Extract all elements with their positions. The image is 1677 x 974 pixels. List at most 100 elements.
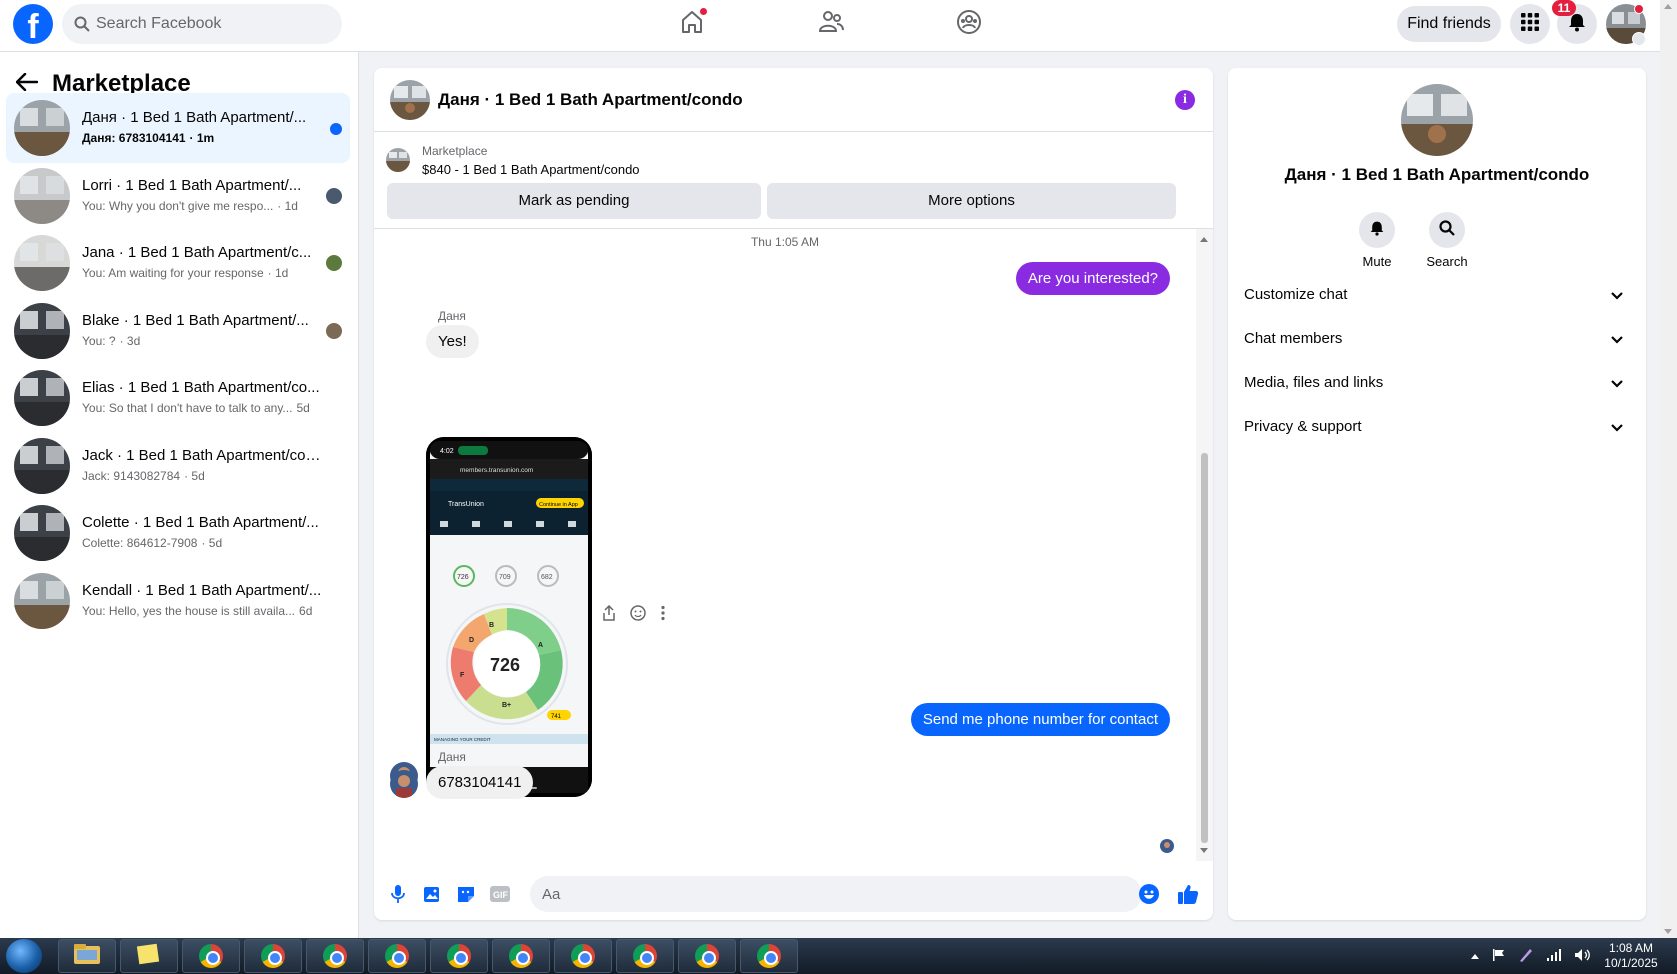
- start-button[interactable]: [6, 939, 42, 973]
- message-composer: GIF: [374, 868, 1213, 920]
- conversation-snippet: You: ? · 3d: [82, 334, 336, 348]
- find-friends-button[interactable]: Find friends: [1397, 6, 1501, 42]
- conversation-name: Lorri · 1 Bed 1 Bath Apartment/...: [82, 176, 302, 194]
- conversation-item[interactable]: Jack · 1 Bed 1 Bath Apartment/con... Jack…: [6, 431, 350, 501]
- scroll-thumb[interactable]: [1201, 453, 1208, 843]
- conversation-item[interactable]: Kendall · 1 Bed 1 Bath Apartment/... You:…: [6, 566, 350, 636]
- listing-label: Marketplace: [422, 144, 488, 158]
- chat-title[interactable]: Даня · 1 Bed 1 Bath Apartment/condo: [438, 90, 743, 110]
- home-tab[interactable]: [672, 8, 712, 40]
- conversation-item[interactable]: Elias · 1 Bed 1 Bath Apartment/co... You:…: [6, 363, 350, 433]
- more-vertical-icon[interactable]: [660, 605, 666, 626]
- share-icon[interactable]: [602, 604, 616, 626]
- section-label: Privacy & support: [1244, 418, 1362, 435]
- microphone-icon[interactable]: [386, 882, 410, 906]
- search-in-chat-button[interactable]: Search: [1419, 212, 1475, 269]
- listing-summary[interactable]: Marketplace $840 - 1 Bed 1 Bath Apartmen…: [386, 142, 1206, 182]
- taskbar-chrome-7[interactable]: [554, 939, 612, 973]
- scroll-down-arrow-icon[interactable]: [1664, 929, 1672, 934]
- more-options-button[interactable]: More options: [767, 183, 1176, 219]
- snippet-text: You: So that I don't have to talk to any…: [82, 401, 293, 415]
- scroll-up-arrow-icon[interactable]: [1664, 4, 1672, 9]
- facebook-logo[interactable]: f: [13, 4, 53, 44]
- pen-icon[interactable]: [1518, 947, 1534, 966]
- phone-time: 4:02: [440, 448, 454, 455]
- show-hidden-icons-icon[interactable]: [1470, 949, 1480, 963]
- volume-icon[interactable]: [1574, 948, 1592, 965]
- taskbar-chrome-3[interactable]: [306, 939, 364, 973]
- chat-members-section[interactable]: Chat members: [1240, 318, 1634, 362]
- react-emoji-icon[interactable]: [630, 605, 646, 626]
- thread-scrollbar[interactable]: [1196, 229, 1213, 861]
- menu-button[interactable]: [1510, 4, 1550, 44]
- chat-avatar[interactable]: [390, 80, 430, 120]
- mute-label: Mute: [1362, 254, 1392, 269]
- thread-timestamp: Thu 1:05 AM: [750, 235, 820, 249]
- search-input[interactable]: [96, 4, 326, 44]
- taskbar-chrome-2[interactable]: [244, 939, 302, 973]
- listing-thumbnail: [14, 167, 70, 224]
- listing-thumbnail: [14, 437, 70, 494]
- emoji-icon[interactable]: [1139, 884, 1159, 904]
- section-label: Customize chat: [1244, 286, 1348, 303]
- system-tray: [1470, 938, 1592, 974]
- photo-attach-icon[interactable]: [420, 882, 444, 906]
- conversation-item[interactable]: Jana · 1 Bed 1 Bath Apartment/c... You: A…: [6, 228, 350, 298]
- taskbar-chrome-10[interactable]: [740, 939, 798, 973]
- chat-details-panel: Даня · 1 Bed 1 Bath Apartment/condo Mute…: [1228, 68, 1646, 920]
- scroll-down-arrow-icon[interactable]: [1200, 848, 1208, 853]
- friends-tab[interactable]: [811, 8, 851, 40]
- search-box[interactable]: [62, 4, 342, 44]
- bell-icon: [1369, 220, 1385, 241]
- page-scrollbar[interactable]: [1660, 0, 1677, 938]
- listing-thumbnail: [386, 148, 410, 172]
- conversation-item[interactable]: Lorri · 1 Bed 1 Bath Apartment/... You: W…: [6, 161, 350, 231]
- conversation-item[interactable]: Colette · 1 Bed 1 Bath Apartment/... Cole…: [6, 498, 350, 568]
- chat-panel: Даня · 1 Bed 1 Bath Apartment/condo i Ma…: [374, 68, 1213, 920]
- action-center-flag-icon[interactable]: [1492, 948, 1506, 965]
- incoming-message[interactable]: Yes!: [426, 325, 479, 358]
- message-input[interactable]: [530, 876, 1142, 912]
- outgoing-message[interactable]: Are you interested?: [1015, 262, 1170, 295]
- svg-text:GIF: GIF: [493, 890, 509, 900]
- account-chevron-down-icon[interactable]: [1632, 32, 1646, 46]
- taskbar-file-explorer[interactable]: [58, 939, 116, 973]
- grade-f: F: [460, 672, 465, 679]
- unread-dot: [330, 123, 342, 135]
- taskbar-chrome-1[interactable]: [182, 939, 240, 973]
- taskbar-chrome-6[interactable]: [492, 939, 550, 973]
- sender-avatar[interactable]: [390, 770, 418, 798]
- snippet-text: You: Why you don't give me respo...: [82, 198, 274, 213]
- read-receipt-avatar: [326, 255, 342, 271]
- info-icon[interactable]: i: [1175, 90, 1195, 110]
- browser-url: members.transunion.com: [460, 467, 533, 474]
- conversation-item[interactable]: Даня · 1 Bed 1 Bath Apartment/... Даня: 6…: [6, 93, 350, 163]
- like-thumbs-up-icon[interactable]: [1176, 882, 1200, 906]
- taskbar-chrome-8[interactable]: [616, 939, 674, 973]
- mute-button[interactable]: Mute: [1349, 212, 1405, 269]
- conversation-item[interactable]: Blake · 1 Bed 1 Bath Apartment/... You: ?…: [6, 296, 350, 366]
- system-clock[interactable]: 1:08 AM 10/1/2025: [1596, 941, 1666, 971]
- customize-chat-section[interactable]: Customize chat: [1240, 274, 1634, 318]
- incoming-message[interactable]: 6783104141: [426, 766, 534, 799]
- taskbar-chrome-5[interactable]: [430, 939, 488, 973]
- snippet-time: · 1m: [189, 131, 215, 145]
- conversation-name: Даня · 1 Bed 1 Bath Apartment/...: [82, 109, 307, 126]
- taskbar-chrome-9[interactable]: [678, 939, 736, 973]
- scroll-up-arrow-icon[interactable]: [1200, 237, 1208, 242]
- attached-image[interactable]: 4:02 members.transunion.com TransUnion C…: [426, 437, 592, 797]
- privacy-support-section[interactable]: Privacy & support: [1240, 406, 1634, 450]
- score-chip-3: 682: [541, 574, 553, 581]
- taskbar-chrome-4[interactable]: [368, 939, 426, 973]
- groups-tab[interactable]: [949, 8, 989, 40]
- gif-icon[interactable]: GIF: [488, 882, 512, 906]
- notification-count-badge: 11: [1552, 0, 1576, 16]
- media-files-links-section[interactable]: Media, files and links: [1240, 362, 1634, 406]
- sticker-icon[interactable]: [454, 882, 478, 906]
- outgoing-message[interactable]: Send me phone number for contact: [910, 703, 1170, 736]
- mark-as-pending-button[interactable]: Mark as pending: [387, 183, 761, 219]
- details-avatar[interactable]: [1401, 84, 1473, 156]
- taskbar-sticky-notes[interactable]: [120, 939, 178, 973]
- sender-name: Даня: [438, 309, 466, 323]
- network-signal-icon[interactable]: [1546, 948, 1562, 965]
